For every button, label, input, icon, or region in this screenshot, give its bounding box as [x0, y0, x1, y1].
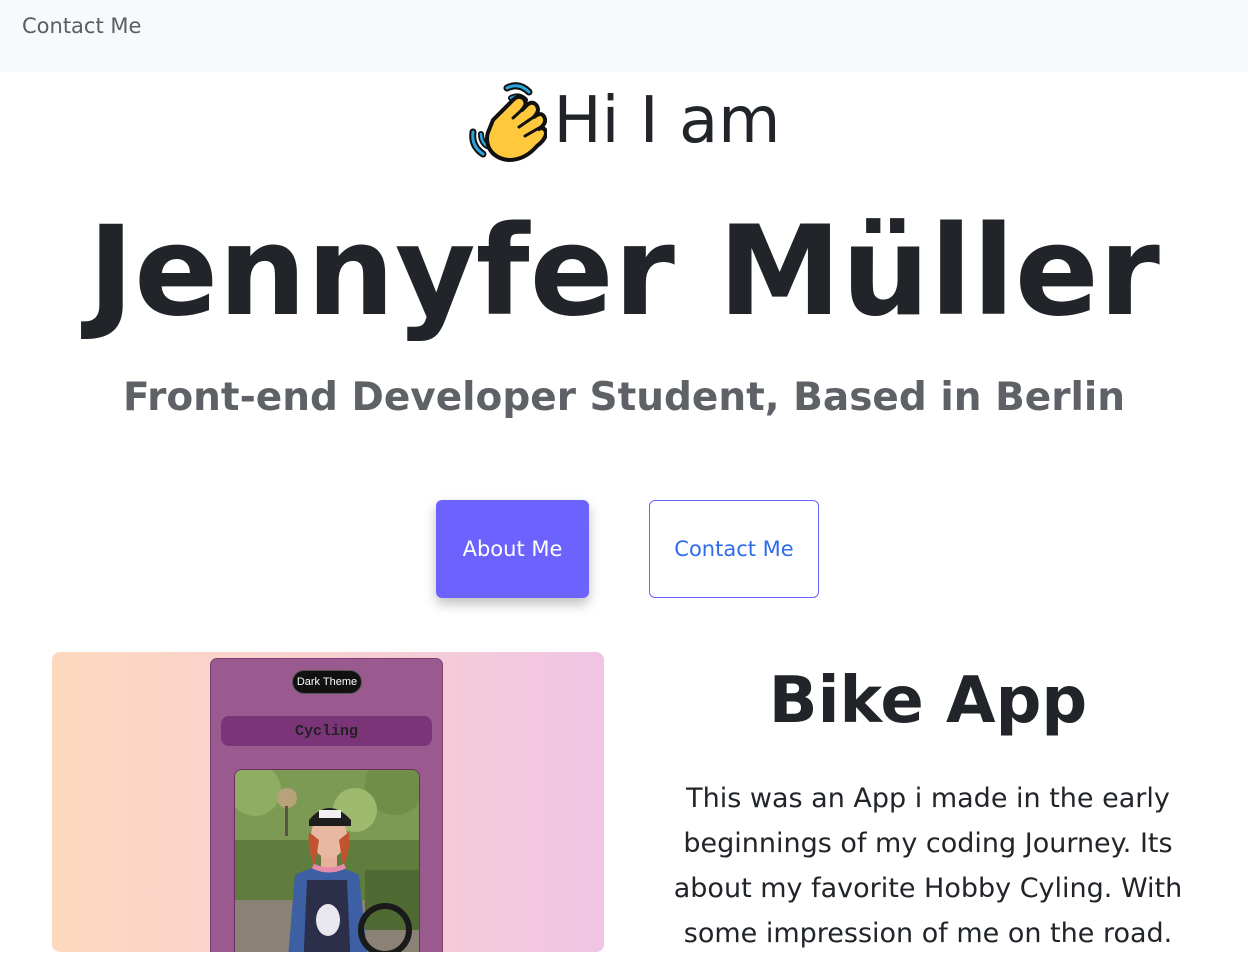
contact-me-button[interactable]: Contact Me: [649, 500, 819, 598]
project-description: This was an App i made in the early begi…: [673, 783, 1183, 949]
hero-subtitle: Front-end Developer Student, Based in Be…: [122, 375, 1125, 420]
project-title: Bike App: [768, 664, 1088, 738]
app-screenshot: Dark Theme Cycling: [210, 658, 443, 952]
hero-name: Jennyfer Müller: [88, 200, 1160, 344]
greeting-line: Hi I am: [0, 78, 1248, 164]
app-heading: Cycling: [221, 716, 432, 746]
greeting-text: Hi I am: [553, 84, 781, 158]
cyclist-photo: [234, 769, 420, 952]
waving-hand-icon: [469, 82, 548, 162]
navbar: Contact Me: [0, 0, 1248, 72]
about-me-button[interactable]: About Me: [436, 500, 589, 598]
nav-contact-link[interactable]: Contact Me: [22, 14, 141, 38]
project-preview-card[interactable]: Dark Theme Cycling: [52, 652, 604, 952]
dark-theme-button: Dark Theme: [292, 670, 362, 694]
